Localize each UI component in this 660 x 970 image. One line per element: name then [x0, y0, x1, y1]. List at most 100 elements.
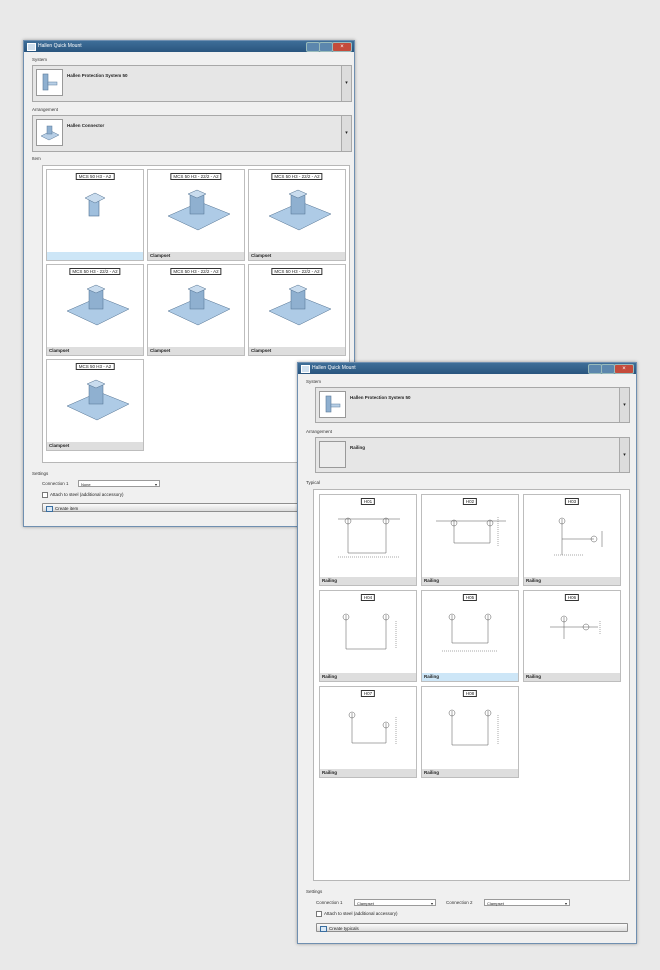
- arrangement-value: Railing: [350, 445, 366, 450]
- app-icon: [301, 365, 310, 373]
- create-item-label: Create item: [55, 506, 79, 511]
- typical-tile[interactable]: H06 Railing: [523, 590, 621, 682]
- arrangement-value: Hallen Connector: [67, 123, 105, 128]
- railing-drawing: [338, 517, 400, 558]
- typical-tile[interactable]: H01 Railing: [319, 494, 417, 586]
- typical-caption: Railing: [422, 673, 518, 681]
- railing-drawing: [554, 517, 603, 556]
- item-tile[interactable]: MCS 50 H3 - 22/2 - A2 Clampset: [248, 169, 346, 261]
- chevron-down-icon: ▾: [564, 901, 567, 906]
- maximize-button[interactable]: [319, 42, 333, 52]
- connection1-label: Connection 1: [316, 900, 343, 905]
- railing-drawing: [348, 711, 397, 745]
- typical-tile[interactable]: H08 Railing: [421, 686, 519, 778]
- create-icon: [46, 506, 53, 512]
- settings-label: Settings: [306, 889, 323, 894]
- clampset-illustration: [268, 189, 332, 231]
- item-tile[interactable]: MCS 50 H3 - A2: [46, 169, 144, 261]
- connection-label: Connection 1: [42, 481, 69, 486]
- system-label: System: [32, 57, 48, 62]
- checkbox-box[interactable]: [42, 492, 48, 498]
- typical-tile[interactable]: H03 Railing: [523, 494, 621, 586]
- item-tile[interactable]: MCS 50 H3 - 22/2 - A2 Clampset: [248, 264, 346, 356]
- chevron-down-icon[interactable]: ▾: [619, 438, 629, 472]
- chevron-down-icon[interactable]: ▾: [341, 116, 351, 151]
- railing-drawing: [442, 613, 498, 652]
- create-typicals-button[interactable]: Create typicals: [316, 923, 628, 932]
- arrangement-combobox[interactable]: Hallen Connector ▾: [32, 115, 352, 152]
- connection2-dropdown[interactable]: Clampset ▾: [484, 899, 570, 906]
- system-thumbnail: [36, 69, 63, 96]
- system-value: Hallen Protection System 50: [350, 395, 411, 400]
- typicals-grid: H01 Railing H02 Railing H03 Railing H04 …: [313, 489, 630, 881]
- system-combobox[interactable]: Hallen Protection System 50 ▾: [32, 65, 352, 102]
- typical-tile[interactable]: H07 Railing: [319, 686, 417, 778]
- chevron-down-icon: ▾: [430, 901, 433, 906]
- chevron-down-icon: ▾: [154, 482, 157, 487]
- connector-illustration: [84, 192, 106, 217]
- item-caption: Clampset: [148, 347, 244, 355]
- clampset-illustration: [66, 284, 130, 326]
- railing-drawing: [448, 709, 499, 746]
- system-label: System: [306, 379, 322, 384]
- maximize-button[interactable]: [601, 364, 615, 374]
- item-tile[interactable]: MCS 50 H3 - 22/2 - A2 Clampset: [147, 264, 245, 356]
- item-caption: Clampset: [148, 252, 244, 260]
- typical-caption: Railing: [422, 577, 518, 585]
- clampset-illustration: [268, 284, 332, 326]
- arrangement-thumbnail: [319, 441, 346, 468]
- window-title: Hallen Quick Mount: [312, 365, 356, 371]
- typicals-label: Typical: [306, 480, 321, 485]
- create-item-button[interactable]: Create item: [42, 503, 302, 512]
- typical-caption: Railing: [524, 577, 620, 585]
- typical-caption: Railing: [524, 673, 620, 681]
- title-bar[interactable]: Hallen Quick Mount ×: [24, 41, 354, 52]
- connection-dropdown[interactable]: None ▾: [78, 480, 160, 487]
- create-icon: [320, 926, 327, 932]
- close-button[interactable]: ×: [332, 42, 352, 52]
- railing-drawing: [436, 517, 506, 547]
- item-caption: Clampset: [249, 252, 345, 260]
- typical-caption: Railing: [320, 673, 416, 681]
- arrangement-combobox[interactable]: Railing ▾: [315, 437, 630, 473]
- system-value: Hallen Protection System 50: [67, 73, 128, 78]
- item-caption: Clampset: [47, 347, 143, 355]
- item-tile[interactable]: MCS 50 H3 - A2 Clampset: [46, 359, 144, 451]
- item-tile[interactable]: MCS 50 H3 - 22/2 - A2 Clampset: [147, 169, 245, 261]
- typical-caption: Railing: [422, 769, 518, 777]
- railing-drawing: [550, 615, 601, 639]
- connection1-dropdown[interactable]: Clampset ▾: [354, 899, 436, 906]
- chevron-down-icon[interactable]: ▾: [341, 66, 351, 101]
- minimize-button[interactable]: [588, 364, 602, 374]
- checkbox-label: Attach to steel (additional accessory): [324, 911, 398, 917]
- item-caption: Clampset: [47, 442, 143, 450]
- minimize-button[interactable]: [306, 42, 320, 52]
- railing-drawing: [342, 613, 397, 650]
- create-typicals-label: Create typicals: [329, 926, 359, 931]
- window-title: Hallen Quick Mount: [38, 43, 82, 49]
- attach-steel-checkbox[interactable]: Attach to steel (additional accessory): [316, 911, 398, 917]
- connection-value: None: [81, 482, 91, 487]
- title-bar[interactable]: Hallen Quick Mount ×: [298, 363, 636, 374]
- checkbox-label: Attach to steel (additional accessory): [50, 492, 124, 498]
- items-label: Item: [32, 156, 41, 161]
- typical-caption: Railing: [320, 577, 416, 585]
- attach-steel-checkbox[interactable]: Attach to steel (additional accessory): [42, 492, 124, 498]
- checkbox-box[interactable]: [316, 911, 322, 917]
- connection2-label: Connection 2: [446, 900, 473, 905]
- arrangement-thumbnail: [36, 119, 63, 146]
- system-combobox[interactable]: Hallen Protection System 50 ▾: [315, 387, 630, 423]
- settings-label: Settings: [32, 471, 49, 476]
- typical-caption: Railing: [320, 769, 416, 777]
- system-thumbnail: [319, 391, 346, 418]
- typical-tile[interactable]: H02 Railing: [421, 494, 519, 586]
- chevron-down-icon[interactable]: ▾: [619, 388, 629, 422]
- close-button[interactable]: ×: [614, 364, 634, 374]
- typical-tile[interactable]: H04 Railing: [319, 590, 417, 682]
- item-tile[interactable]: MCS 50 H3 - 22/2 - A2 Clampset: [46, 264, 144, 356]
- clampset-illustration: [66, 379, 130, 421]
- typical-tile-selected[interactable]: H05 Railing: [421, 590, 519, 682]
- connection2-value: Clampset: [487, 901, 504, 906]
- app-icon: [27, 43, 36, 51]
- arrangement-label: Arrangement: [32, 107, 59, 112]
